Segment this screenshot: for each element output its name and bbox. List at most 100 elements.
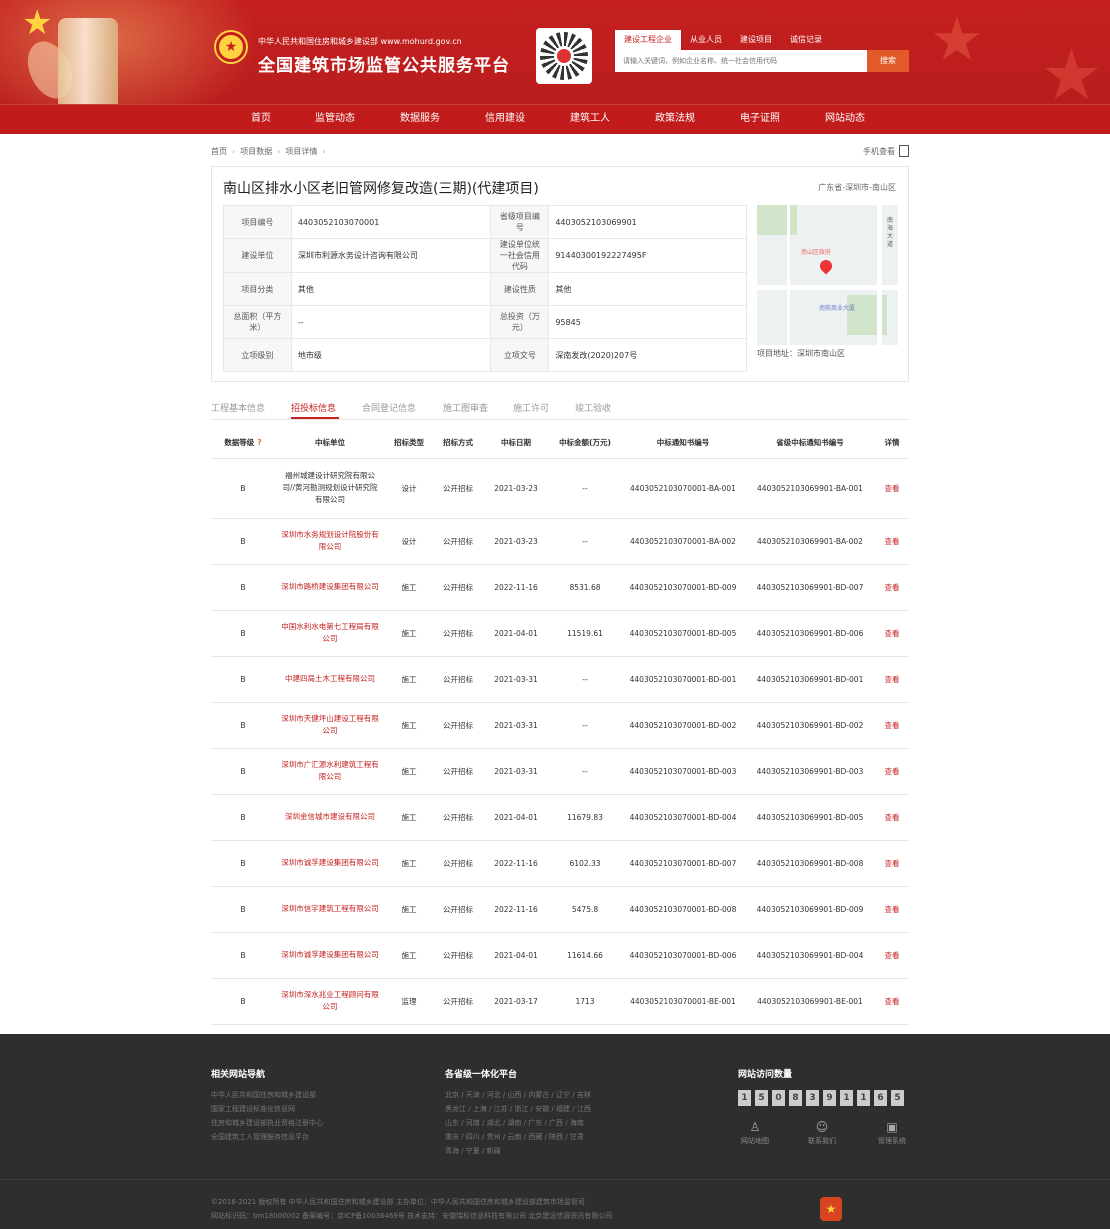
bid-amount: 1713: [549, 978, 621, 1025]
chevron-right-icon: ›: [322, 147, 326, 156]
nav-credit[interactable]: 信用建设: [485, 105, 525, 134]
search-box: [615, 50, 867, 72]
winning-unit[interactable]: 深圳市路桥建设集团有限公司: [275, 564, 385, 611]
gov-badge-icon[interactable]: ★: [820, 1197, 842, 1221]
search-tab-project[interactable]: 建设项目: [731, 30, 781, 50]
col-header: 省级中标通知书编号: [745, 428, 875, 459]
nav-policy[interactable]: 政策法规: [655, 105, 695, 134]
view-detail-link[interactable]: 查看: [875, 656, 909, 703]
notice-no: 4403052103070001-BD-009: [621, 564, 745, 611]
footer-link[interactable]: 中华人民共和国住房和城乡建设部: [211, 1090, 316, 1100]
counter-digit: 1: [857, 1090, 870, 1106]
winning-unit[interactable]: 深圳市水务规划设计院股份有限公司: [275, 518, 385, 565]
data-grade: B: [211, 656, 275, 703]
bid-date: 2021-04-01: [483, 794, 549, 841]
project-category: 其他: [290, 272, 492, 306]
notice-no: 4403052103070001-BD-001: [621, 656, 745, 703]
footer-province-links[interactable]: 重庆 / 四川 / 贵州 / 云南 / 西藏 / 陕西 / 甘肃: [445, 1132, 584, 1142]
winning-unit[interactable]: 深圳市天健坪山建设工程有限公司: [275, 702, 385, 749]
tab-contract[interactable]: 合同登记信息: [362, 401, 416, 414]
search-tab-company[interactable]: 建设工程企业: [615, 30, 681, 50]
bid-type: 施工: [385, 932, 433, 979]
bid-amount: --: [549, 518, 621, 565]
view-detail-link[interactable]: 查看: [875, 610, 909, 657]
site-title[interactable]: 全国建筑市场监管公共服务平台: [258, 51, 510, 76]
nav-workers[interactable]: 建筑工人: [570, 105, 610, 134]
bid-date: 2021-03-23: [483, 518, 549, 565]
table-row: B 深圳市路桥建设集团有限公司 施工 公开招标 2022-11-16 8531.68 440…: [211, 564, 909, 611]
footer-province-links[interactable]: 黑龙江 / 上海 / 江苏 / 浙江 / 安徽 / 福建 / 江西: [445, 1104, 591, 1114]
winning-unit[interactable]: 深圳市诚孚建设集团有限公司: [275, 840, 385, 887]
winning-unit[interactable]: 深圳市深水兆业工程顾问有限公司: [275, 978, 385, 1025]
footer-provinces-title: 各省级一体化平台: [445, 1070, 518, 1080]
help-icon[interactable]: ?: [257, 438, 261, 447]
bid-date: 2022-11-16: [483, 840, 549, 887]
winning-unit[interactable]: 深圳金信城市建设有限公司: [275, 794, 385, 841]
winning-unit[interactable]: 深圳市信宇建筑工程有限公司: [275, 886, 385, 933]
view-detail-link[interactable]: 查看: [875, 932, 909, 979]
tab-bidding[interactable]: 招投标信息: [291, 401, 336, 414]
footer-link[interactable]: 全国建筑工人管理服务信息平台: [211, 1132, 309, 1142]
breadcrumb-home[interactable]: 首页: [211, 147, 227, 156]
builder: 深圳市利源水务设计咨询有限公司: [290, 238, 492, 273]
location-map[interactable]: 南山区政府 南航商业大厦 南海大道: [757, 205, 898, 345]
view-detail-link[interactable]: 查看: [875, 564, 909, 611]
bid-method: 公开招标: [433, 840, 483, 887]
bid-method: 公开招标: [433, 748, 483, 795]
winning-unit[interactable]: 中国水利水电第七工程局有限公司: [275, 610, 385, 657]
view-detail-link[interactable]: 查看: [875, 518, 909, 565]
nav-certificates[interactable]: 电子证照: [740, 105, 780, 134]
prov-notice-no: 4403052103069901-BD-007: [745, 564, 875, 611]
bid-date: 2021-04-01: [483, 932, 549, 979]
footer-province-links[interactable]: 青海 / 宁夏 / 新疆: [445, 1146, 501, 1156]
nav-site-news[interactable]: 网站动态: [825, 105, 865, 134]
mobile-view-label: 手机查看: [863, 146, 895, 156]
footer-province-links[interactable]: 北京 / 天津 / 河北 / 山西 / 内蒙古 / 辽宁 / 吉林: [445, 1090, 591, 1100]
breadcrumb-project-data[interactable]: 项目数据: [240, 147, 272, 156]
counter-digit: 3: [806, 1090, 819, 1106]
view-detail-link[interactable]: 查看: [875, 886, 909, 933]
view-detail-link[interactable]: 查看: [875, 794, 909, 841]
view-detail-link[interactable]: 查看: [875, 458, 909, 519]
bid-amount: 5475.8: [549, 886, 621, 933]
total-area: --: [290, 305, 492, 339]
search-input[interactable]: [615, 50, 867, 72]
contact-link[interactable]: ☺ 联系我们: [792, 1120, 852, 1146]
tab-basic-info[interactable]: 工程基本信息: [211, 401, 265, 414]
national-emblem-icon[interactable]: ★: [216, 32, 246, 62]
data-grade: B: [211, 518, 275, 565]
search-tab-personnel[interactable]: 从业人员: [681, 30, 731, 50]
star-icon: ★: [22, 3, 53, 43]
admin-link[interactable]: ▣ 管理系统: [862, 1120, 922, 1146]
bid-method: 公开招标: [433, 702, 483, 749]
bid-amount: 11614.66: [549, 932, 621, 979]
winning-unit[interactable]: 中建四局土木工程有限公司: [275, 656, 385, 703]
nav-home[interactable]: 首页: [251, 105, 271, 134]
tab-drawing-review[interactable]: 施工图审查: [443, 401, 488, 414]
field-label: 建设性质: [490, 272, 550, 306]
tab-construction-permit[interactable]: 施工许可: [513, 401, 549, 414]
map-label: 南山区政府: [801, 249, 832, 256]
winning-unit[interactable]: 深圳市诚孚建设集团有限公司: [275, 932, 385, 979]
nav-data-service[interactable]: 数据服务: [400, 105, 440, 134]
table-row: B 深圳市广汇源水利建筑工程有限公司 施工 公开招标 2021-03-31 -- 44030…: [211, 748, 909, 795]
star-decoration-icon: ★: [1040, 34, 1103, 116]
table-row: B 中国水利水电第七工程局有限公司 施工 公开招标 2021-04-01 11519.61…: [211, 610, 909, 657]
bid-amount: --: [549, 702, 621, 749]
prov-notice-no: 4403052103069901-BD-008: [745, 840, 875, 887]
tab-completion[interactable]: 竣工验收: [575, 401, 611, 414]
sitemap-link[interactable]: ♙ 网站地图: [725, 1120, 785, 1146]
view-detail-link[interactable]: 查看: [875, 748, 909, 795]
search-button[interactable]: 搜索: [867, 50, 909, 72]
footer-link[interactable]: 住房和城乡建设部执业资格注册中心: [211, 1118, 323, 1128]
mobile-view-link[interactable]: 手机查看: [863, 145, 909, 157]
winning-unit[interactable]: 深圳市广汇源水利建筑工程有限公司: [275, 748, 385, 795]
nav-supervision[interactable]: 监管动态: [315, 105, 355, 134]
prov-notice-no: 4403052103069901-BD-009: [745, 886, 875, 933]
view-detail-link[interactable]: 查看: [875, 702, 909, 749]
view-detail-link[interactable]: 查看: [875, 840, 909, 887]
footer-province-links[interactable]: 山东 / 河南 / 湖北 / 湖南 / 广东 / 广西 / 海南: [445, 1118, 584, 1128]
view-detail-link[interactable]: 查看: [875, 978, 909, 1025]
search-tab-credit[interactable]: 诚信记录: [781, 30, 831, 50]
footer-link[interactable]: 国家工程建设标准化信息网: [211, 1104, 295, 1114]
